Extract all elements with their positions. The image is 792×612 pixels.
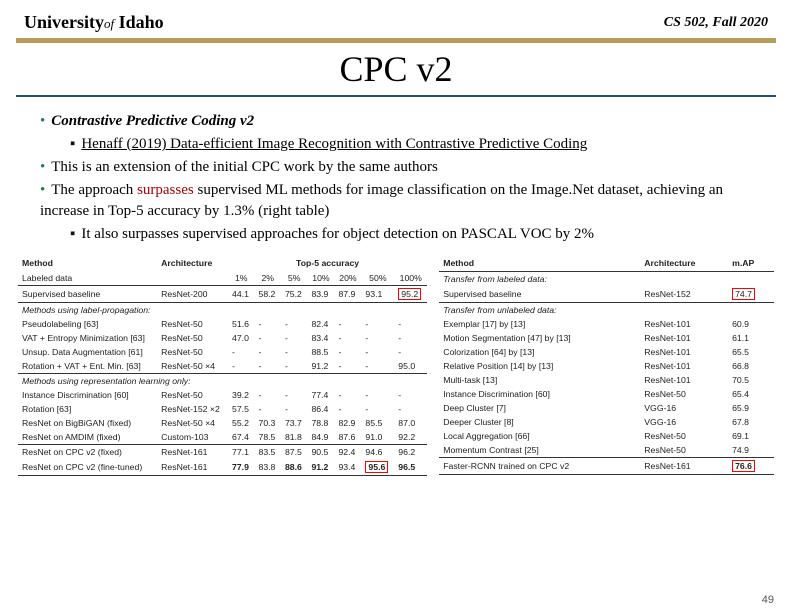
boxed-value: 95.2	[398, 288, 421, 300]
university-logo: Universityof Idaho	[24, 12, 164, 33]
paper-link[interactable]: Henaff (2019) Data-efficient Image Recog…	[81, 136, 587, 152]
tables-container: MethodArchitectureTop-5 accuracy Labeled…	[0, 247, 792, 476]
header: Universityof Idaho CS 502, Fall 2020	[0, 0, 792, 33]
accuracy-table: MethodArchitectureTop-5 accuracy Labeled…	[18, 255, 427, 476]
title-underline	[16, 95, 776, 97]
bullet-list: •Contrastive Predictive Coding v2 ▪Henaf…	[0, 111, 792, 245]
course-label: CS 502, Fall 2020	[664, 15, 768, 31]
slide-title: CPC v2	[0, 48, 792, 90]
boxed-value: 76.6	[732, 460, 755, 472]
page-number: 49	[762, 594, 774, 606]
bullet-1: •Contrastive Predictive Coding v2	[40, 111, 752, 132]
bullet-3: •The approach surpasses supervised ML me…	[40, 180, 752, 222]
boxed-value: 74.7	[732, 288, 755, 300]
header-divider	[16, 38, 776, 43]
boxed-value: 95.6	[365, 461, 388, 473]
detection-table: MethodArchitecturem.AP Transfer from lab…	[439, 255, 774, 475]
bullet-2: •This is an extension of the initial CPC…	[40, 157, 752, 178]
bullet-1a: ▪Henaff (2019) Data-efficient Image Reco…	[40, 134, 752, 155]
bullet-4: ▪It also surpasses supervised approaches…	[40, 224, 752, 245]
